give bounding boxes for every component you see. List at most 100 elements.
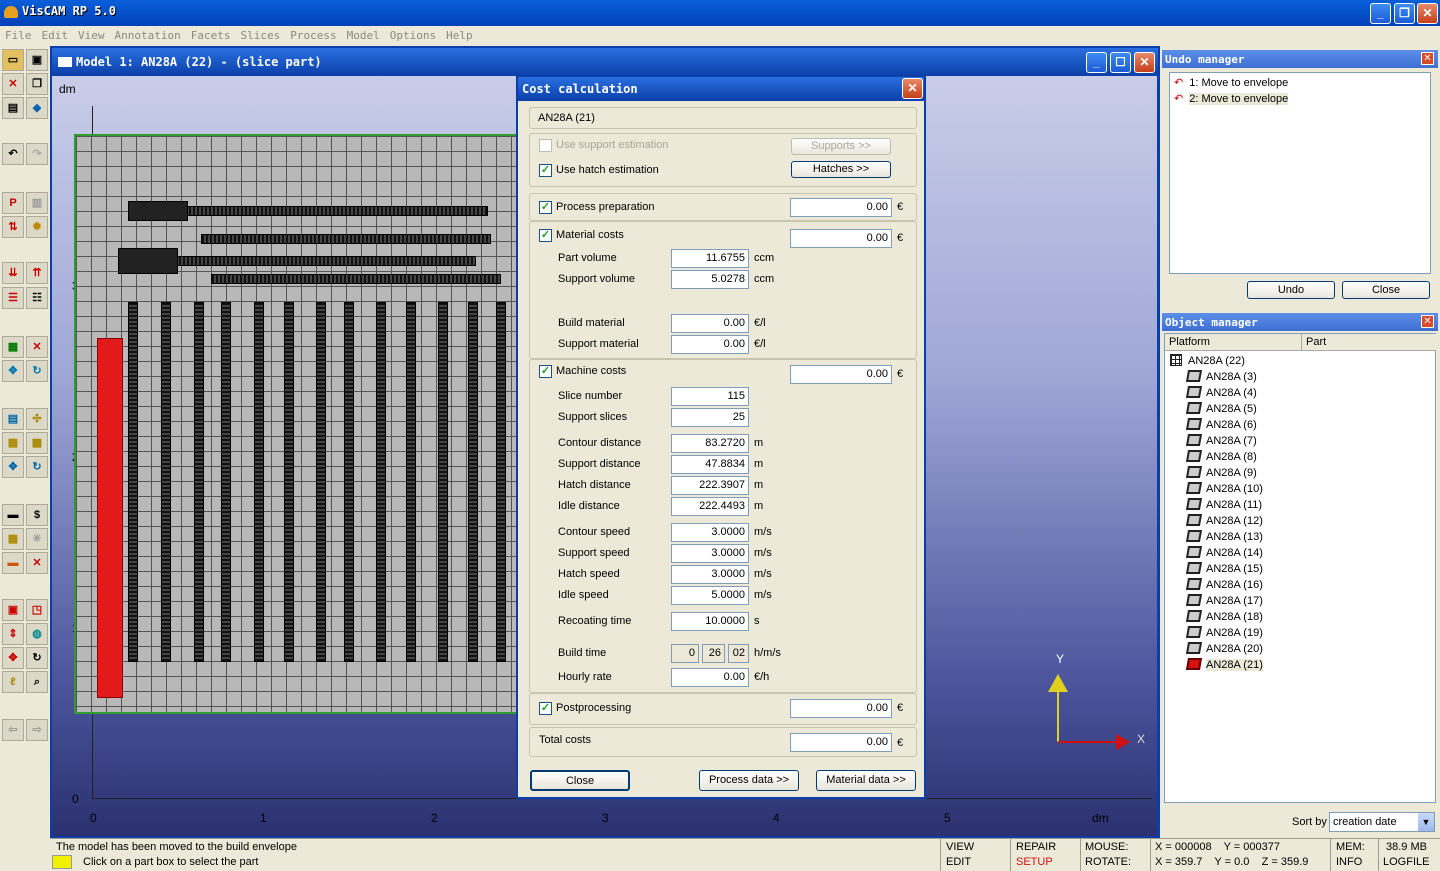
undo-manager-close-icon[interactable]: ✕ [1421,52,1434,65]
model-maximize-button[interactable]: ☐ [1110,52,1131,73]
fill-icon[interactable]: ▬ [2,552,24,574]
tree-item[interactable]: AN28A (3) [1185,370,1257,386]
list-icon[interactable]: ☷ [26,287,48,309]
tree-item[interactable]: AN28A (8) [1185,450,1257,466]
redo-icon[interactable]: ↷ [26,143,48,165]
tree-item[interactable]: AN28A (11) [1185,498,1262,514]
menu-help[interactable]: Help [441,26,478,42]
fit-icon[interactable]: ⇕ [2,623,24,645]
hourly-rate-field[interactable]: 0.00 [671,668,749,687]
repair-mode[interactable]: REPAIR [1016,840,1056,854]
part-vertical[interactable] [221,302,231,662]
object-tree[interactable]: Platform Part AN28A (22) AN28A (3) AN28A … [1164,333,1436,803]
menu-options[interactable]: Options [385,26,441,42]
tree-item[interactable]: AN28A (16) [1185,578,1263,594]
support-estimation-checkbox[interactable] [539,139,552,152]
part-vertical[interactable] [496,302,506,662]
copy-icon[interactable]: ❐ [26,73,48,95]
support-material-field[interactable]: 0.00 [671,335,749,354]
column-header-platform[interactable]: Platform [1165,334,1302,351]
cross-icon[interactable]: ✕ [26,552,48,574]
undo-item[interactable]: ↶ 1: Move to envelope [1174,76,1288,92]
lasso-icon[interactable]: ℓ [2,671,24,693]
part-vertical[interactable] [344,302,354,662]
tree-item[interactable]: AN28A (18) [1185,610,1263,626]
menu-view[interactable]: View [73,26,110,42]
build-platform[interactable] [74,134,564,714]
part-vertical[interactable] [468,302,478,662]
minimize-button[interactable]: _ [1370,3,1391,24]
save-icon[interactable]: ▣ [26,49,48,71]
pattern-icon[interactable]: ✣ [26,408,48,430]
support-slices-field[interactable]: 25 [671,408,749,427]
setup-mode[interactable]: SETUP [1016,855,1053,869]
part-vertical[interactable] [406,302,416,662]
menu-model[interactable]: Model [342,26,385,42]
material-data-button[interactable]: Material data >> [816,770,916,791]
tree-item[interactable]: AN28A (19) [1185,626,1263,642]
forward-arrow-icon[interactable]: ⇨ [26,719,48,741]
tree-item[interactable]: AN28A (10) [1185,482,1263,498]
menu-facets[interactable]: Facets [186,26,236,42]
idle-speed-field[interactable]: 5.0000 [671,586,749,605]
tree-root[interactable]: AN28A (22) [1170,354,1245,370]
postprocessing-field[interactable]: 0.00 [790,699,892,718]
undo-item[interactable]: ↶ 2: Move to envelope [1174,92,1289,108]
cube-view-icon[interactable]: ◳ [26,599,48,621]
tree-item[interactable]: AN28A (5) [1185,402,1257,418]
edit-mode[interactable]: EDIT [946,855,971,869]
part-vertical[interactable] [161,302,171,662]
part-vertical[interactable] [376,302,386,662]
remove-box-icon[interactable]: ✕ [26,336,48,358]
cost-close-button[interactable]: Close [530,770,630,791]
supports-button[interactable]: Supports >> [791,138,891,155]
tree-item[interactable]: AN28A (7) [1185,434,1257,450]
part-horizontal[interactable] [201,234,491,244]
object-manager-close-icon[interactable]: ✕ [1421,315,1434,328]
tree-item[interactable]: AN28A (6) [1185,418,1257,434]
grid-icon[interactable]: ▦ [2,432,24,454]
part-head[interactable] [118,248,178,274]
tree-item[interactable]: AN28A (14) [1185,546,1263,562]
dollar-icon[interactable]: $ [26,504,48,526]
zoom-box-icon[interactable]: ▣ [2,599,24,621]
build-time-hours[interactable]: 0 [671,644,699,663]
settings-gear-icon[interactable]: ✹ [26,216,48,238]
tree-item[interactable]: AN28A (12) [1185,514,1263,530]
print-icon[interactable]: ▤ [2,97,24,119]
menu-file[interactable]: File [0,26,37,42]
rotate-icon[interactable]: ↻ [26,360,48,382]
back-arrow-icon[interactable]: ⇦ [2,719,24,741]
process-preparation-checkbox[interactable]: ✓ [539,201,552,214]
part-vertical[interactable] [194,302,204,662]
postprocessing-checkbox[interactable]: ✓ [539,702,552,715]
idle-distance-field[interactable]: 222.4493 [671,497,749,516]
build-time-seconds[interactable]: 02 [728,644,749,663]
support-cross-icon[interactable]: ✳ [26,528,48,550]
machine-costs-field[interactable]: 0.00 [790,365,892,384]
model-minimize-button[interactable]: _ [1086,52,1107,73]
undo-close-button[interactable]: Close [1342,281,1430,299]
hatch-speed-field[interactable]: 3.0000 [671,565,749,584]
arrange-icon[interactable]: ✥ [2,456,24,478]
tree-item[interactable]: AN28A (4) [1185,386,1257,402]
support-distance-field[interactable]: 47.8834 [671,455,749,474]
export-icon[interactable]: ◆ [26,97,48,119]
tree-item[interactable]: AN28A (17) [1185,594,1263,610]
chevron-down-icon[interactable]: ▼ [1418,813,1434,831]
menu-process[interactable]: Process [285,26,341,42]
slice-down-icon[interactable]: ⇊ [2,262,24,284]
grid-fill-icon[interactable]: ▩ [26,432,48,454]
part-vertical[interactable] [438,302,448,662]
tree-item[interactable]: AN28A (13) [1185,530,1263,546]
pan-icon[interactable]: ✥ [2,647,24,669]
box-icon[interactable]: ▦ [2,336,24,358]
cost-dialog-close-icon[interactable]: ✕ [902,78,923,99]
contour-distance-field[interactable]: 83.2720 [671,434,749,453]
support-volume-field[interactable]: 5.0278 [671,270,749,289]
contour-speed-field[interactable]: 3.0000 [671,523,749,542]
part-vertical[interactable] [254,302,264,662]
menu-slices[interactable]: Slices [235,26,285,42]
hatch-estimation-checkbox[interactable]: ✓ [539,164,552,177]
selected-part[interactable] [97,338,123,698]
